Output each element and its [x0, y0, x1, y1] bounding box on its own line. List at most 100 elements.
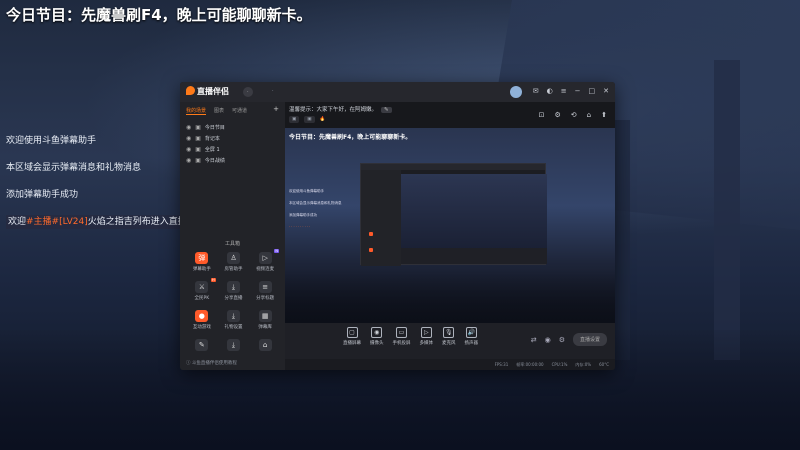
tool-danmaku-library[interactable]: ▦ 弹幕库 — [249, 310, 281, 330]
library-icon: ▦ — [258, 310, 272, 322]
role-badge: #主播# — [26, 217, 60, 227]
live-settings-button[interactable]: 直播设置 — [572, 333, 607, 346]
scene-list: ◉ ▣ 今日节目 ◉ ▣ 背记本 ◉ ▣ 全屏 1 ◉ ▣ 今日战绩 — [180, 120, 285, 168]
eye-icon[interactable]: ◉ — [545, 336, 551, 344]
tool-pk[interactable]: H ⚔ 全民PK — [186, 278, 218, 301]
title-link[interactable]: · — [272, 88, 274, 94]
scene-item[interactable]: ◉ ▣ 全屏 1 — [186, 144, 279, 155]
notice-edit-button[interactable]: ✎ — [381, 107, 392, 113]
screenshot-icon[interactable]: ⊡ — [539, 111, 545, 119]
menu-icon[interactable]: ≡ — [561, 87, 567, 95]
tool-danmaku-assistant[interactable]: 弹弹幕助手 — [186, 252, 218, 272]
screen-icon: ▢ — [346, 327, 358, 338]
preview-toolbar: ⊡ ⚙ ⟲ ⌂ ⬆ — [539, 111, 607, 119]
room-category-chip[interactable]: ▣ — [304, 116, 315, 123]
user-icon: ♙ — [226, 252, 240, 264]
stream-headline: 今日节目：先魔兽刷F4，晚上可能聊聊新卡。 — [6, 6, 312, 24]
add-scene-icon[interactable]: + — [273, 106, 279, 115]
status-cpu: CPU:1% — [551, 362, 568, 367]
lock-icon[interactable]: ▣ — [195, 135, 201, 142]
status-temp: 60°C — [599, 362, 609, 367]
eye-icon[interactable]: ◉ — [186, 157, 191, 164]
tutorial-link[interactable]: ⓘ 斗鱼直播伴侣使用教程 — [186, 360, 237, 366]
home-icon[interactable]: ⌂ — [587, 111, 591, 119]
gear-icon[interactable]: ⚙ — [559, 336, 565, 344]
tab-charts[interactable]: 图表 — [214, 107, 224, 115]
minimize-icon[interactable]: − — [575, 87, 581, 95]
phone-cast-button[interactable]: ▭ 手机投屏 — [393, 327, 411, 346]
flame-icon — [186, 86, 195, 95]
tool-video-link[interactable]: N ▷ 视频连麦 — [249, 249, 281, 272]
scene-item[interactable]: ◉ ▣ 背记本 — [186, 133, 279, 144]
close-icon[interactable]: ✕ — [603, 87, 609, 95]
window-controls: ✉ ◐ ≡ − □ ✕ — [533, 87, 609, 95]
status-fps: FPS:31 — [494, 362, 509, 367]
eye-icon[interactable]: ◉ — [186, 124, 191, 131]
download-icon: ⤓ — [226, 310, 240, 322]
source-buttons: ▢ 直播屏幕 ◉ 摄像头 ▭ 手机投屏 ▷ 多媒体 🎙 麦克风 🔊 扬声器 — [343, 327, 478, 346]
streaming-app-window: 直播伴侣 · · ✉ ◐ ≡ − □ ✕ 我的场景 图表 可通道 + ◉ ▣ 今日节… — [180, 82, 615, 370]
level-badge: [LV24] — [59, 217, 88, 227]
tool-share-title[interactable]: ≡ 分享标题 — [249, 281, 281, 301]
pk-icon: ⚔ — [195, 281, 209, 293]
room-mode-chip[interactable]: ▣ — [289, 116, 300, 123]
tool-home[interactable]: ⌂ — [249, 339, 281, 351]
lock-icon[interactable]: ▣ — [195, 124, 201, 131]
nested-bottom-bar — [401, 248, 547, 264]
scene-item[interactable]: ◉ ▣ 今日节目 — [186, 122, 279, 133]
tab-my-scenes[interactable]: 我的场景 — [186, 107, 207, 115]
download-icon: ⤓ — [226, 281, 240, 293]
tool-edit[interactable]: ✎ — [186, 339, 218, 351]
scene-item[interactable]: ◉ ▣ 今日战绩 — [186, 155, 279, 166]
preview-danmaku: 欢迎使用斗鱼弹幕助手 本区域会显示弹幕消息和礼物消息 添加弹幕助手成功 · · … — [289, 185, 342, 233]
microphone-icon: 🎙 — [443, 327, 455, 338]
toolbox-grid: 弹弹幕助手 ♙ 房管助手 N ▷ 视频连麦 H ⚔ 全民PK ⤓ 分享直播 ≡ 分享标题 ● 互… — [186, 249, 281, 351]
source-toolbar: ▢ 直播屏幕 ◉ 摄像头 ▭ 手机投屏 ▷ 多媒体 🎙 麦克风 🔊 扬声器 ⇄ ◉ ⚙ 直播… — [285, 323, 615, 359]
nested-tool-icon — [369, 232, 373, 236]
lock-icon[interactable]: ▣ — [195, 157, 201, 164]
maximize-icon[interactable]: □ — [589, 87, 596, 95]
home-icon: ⌂ — [258, 339, 272, 351]
skin-icon[interactable]: ◐ — [547, 87, 553, 95]
media-button[interactable]: ▷ 多媒体 — [420, 327, 433, 346]
tool-gift-settings[interactable]: ⤓ 礼物设置 — [218, 310, 250, 330]
microphone-button[interactable]: 🎙 麦克风 — [442, 327, 456, 346]
fire-icon: 🔥 — [319, 117, 326, 122]
main-panel: 温馨提示：大家下午好，在阿姆嫩。 ✎ ▣ ▣ 🔥 ⊡ ⚙ ⟲ ⌂ ⬆ 今日节目：先… — [285, 102, 615, 370]
speaker-button[interactable]: 🔊 扬声器 — [465, 327, 478, 346]
message-icon[interactable]: ✉ — [533, 87, 539, 95]
eye-icon[interactable]: ◉ — [186, 146, 191, 153]
record-icon: ● — [195, 310, 209, 322]
eye-icon[interactable]: ◉ — [186, 135, 191, 142]
notice-bar: 温馨提示：大家下午好，在阿姆嫩。 ✎ — [289, 105, 392, 113]
preview-line: 欢迎使用斗鱼弹幕助手 — [289, 189, 324, 193]
play-icon: ▷ — [420, 327, 432, 338]
settings-icon[interactable]: ⚙ — [555, 111, 561, 119]
preview-shadow — [285, 268, 615, 323]
scene-tabs: 我的场景 图表 可通道 + — [180, 102, 285, 120]
tool-room-manager[interactable]: ♙ 房管助手 — [218, 252, 250, 272]
share-icon[interactable]: ⬆ — [601, 111, 607, 119]
refresh-icon[interactable]: ⟲ — [571, 111, 577, 119]
edit-icon: ✎ — [195, 339, 209, 351]
tool-interactive-game[interactable]: ● 互动游戏 — [186, 310, 218, 330]
lock-icon[interactable]: ▣ — [195, 146, 201, 153]
version-badge[interactable]: · — [243, 87, 253, 97]
nested-preview — [401, 174, 547, 250]
add-camera-button[interactable]: ◉ 摄像头 — [370, 327, 384, 346]
video-icon: ▷ — [258, 252, 272, 264]
speaker-icon: 🔊 — [465, 327, 477, 338]
avatar[interactable] — [510, 86, 522, 98]
new-badge: N — [274, 249, 279, 253]
stream-preview[interactable]: 今日节目：先魔兽刷F4，晚上可能聊聊新卡。 欢迎使用斗鱼弹幕助手 本区域会显示弹… — [285, 128, 615, 323]
hot-badge: H — [211, 278, 216, 282]
preview-welcome-line: · · · · · · · · · · — [289, 225, 311, 229]
nested-preview-window — [360, 163, 547, 266]
tool-share-live[interactable]: ⤓ 分享直播 — [218, 281, 250, 301]
add-screen-button[interactable]: ▢ 直播屏幕 — [343, 327, 361, 346]
username: 火焰之指吉列布 — [87, 217, 151, 227]
camera-icon: ◉ — [371, 327, 383, 338]
mirror-icon[interactable]: ⇄ — [531, 336, 537, 344]
tab-channels[interactable]: 可通道 — [232, 107, 247, 115]
tool-download[interactable]: ⤓ — [218, 339, 250, 351]
